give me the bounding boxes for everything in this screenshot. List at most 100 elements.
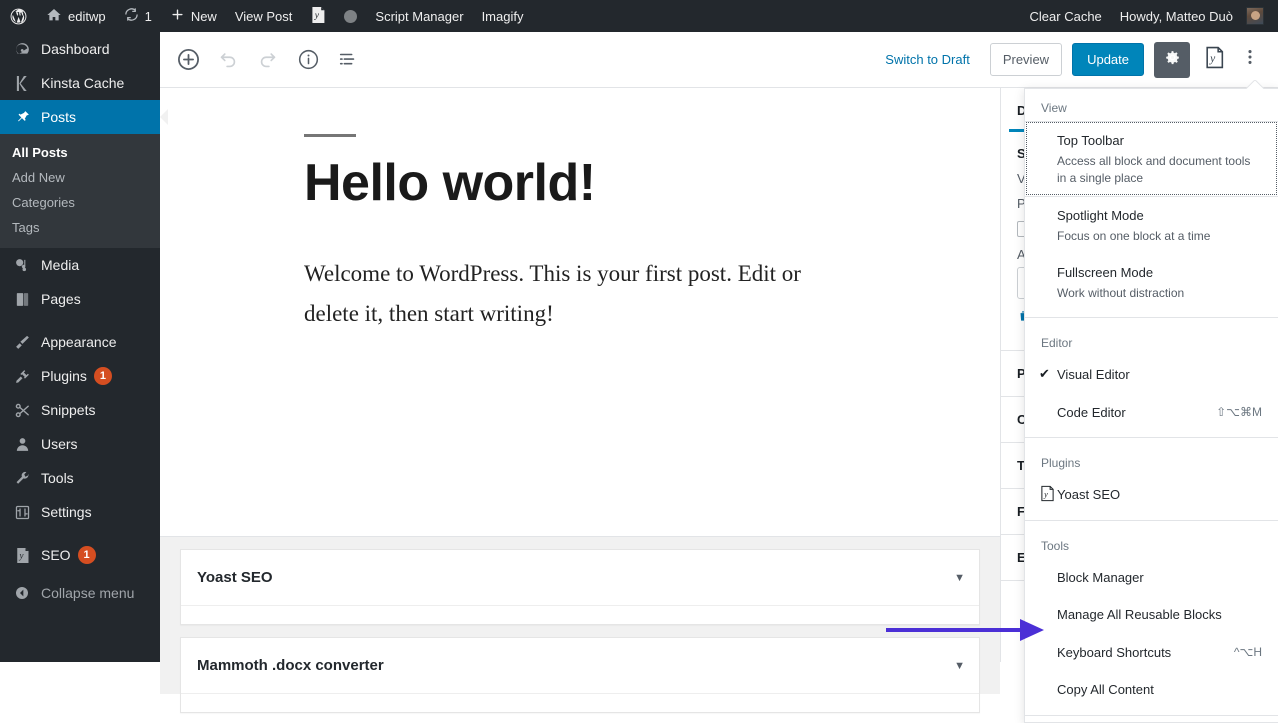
menu-item-code-editor[interactable]: Code Editor ⇧⌥⌘M xyxy=(1025,394,1278,432)
wordpress-logo-icon xyxy=(9,7,28,26)
menu-item-label: Top Toolbar xyxy=(1057,131,1262,151)
sidebar-item-kinsta-cache[interactable]: Kinsta Cache xyxy=(0,66,160,100)
sidebar-subitem-add-new[interactable]: Add New xyxy=(0,165,160,190)
svg-text:y: y xyxy=(1209,53,1216,65)
menu-item-label: Code Editor xyxy=(1057,403,1208,423)
users-icon xyxy=(12,434,32,454)
preview-button[interactable]: Preview xyxy=(990,43,1062,76)
sidebar-item-posts[interactable]: Posts xyxy=(0,100,160,134)
status-indicator[interactable] xyxy=(335,0,366,32)
content-info-icon[interactable] xyxy=(290,42,326,78)
sidebar-item-appearance[interactable]: Appearance xyxy=(0,325,160,359)
howdy-label: Howdy, Matteo Duò xyxy=(1120,9,1233,24)
updates-button[interactable]: 1 xyxy=(115,0,161,32)
menu-item-text: Block Manager xyxy=(1057,568,1262,588)
menu-item-visual-editor[interactable]: ✔ Visual Editor xyxy=(1025,356,1278,394)
imagify-button[interactable]: Imagify xyxy=(473,0,533,32)
post-paragraph-block[interactable]: Welcome to WordPress. This is your first… xyxy=(304,254,804,335)
metaboxes-area: Yoast SEO ▼ Mammoth .docx converter ▼ xyxy=(160,536,1000,694)
new-content-button[interactable]: New xyxy=(161,0,226,32)
script-manager-button[interactable]: Script Manager xyxy=(366,0,472,32)
update-button[interactable]: Update xyxy=(1072,43,1144,76)
post-title[interactable]: Hello world! xyxy=(304,155,860,212)
sidebar-subitem-categories[interactable]: Categories xyxy=(0,190,160,215)
menu-item-spotlight-mode[interactable]: Spotlight Mode Focus on one block at a t… xyxy=(1025,196,1278,254)
pin-icon xyxy=(12,107,32,127)
menu-item-text: Manage All Reusable Blocks xyxy=(1057,605,1262,625)
chevron-down-icon[interactable]: ▼ xyxy=(954,572,965,584)
settings-icon xyxy=(12,502,32,522)
my-account-button[interactable]: Howdy, Matteo Duò xyxy=(1111,0,1278,32)
menu-divider xyxy=(1025,715,1278,716)
menu-item-top-toolbar[interactable]: Top Toolbar Access all block and documen… xyxy=(1025,121,1278,196)
menu-item-description: Work without distraction xyxy=(1057,285,1257,302)
clear-cache-button[interactable]: Clear Cache xyxy=(1021,0,1111,32)
sidebar-subitem-tags[interactable]: Tags xyxy=(0,215,160,240)
pages-icon xyxy=(12,289,32,309)
sidebar-item-seo[interactable]: y SEO 1 xyxy=(0,538,160,572)
sidebar-item-pages[interactable]: Pages xyxy=(0,282,160,316)
add-block-icon[interactable] xyxy=(170,42,206,78)
more-options-menu: View Top Toolbar Access all block and do… xyxy=(1024,88,1278,723)
metabox-header[interactable]: Yoast SEO ▼ xyxy=(181,550,979,606)
sidebar-subitem-all-posts[interactable]: All Posts xyxy=(0,140,160,165)
collapse-menu-button[interactable]: Collapse menu xyxy=(0,576,160,610)
metabox-body xyxy=(181,606,979,624)
status-dot-icon xyxy=(344,10,357,23)
sidebar-item-tools[interactable]: Tools xyxy=(0,461,160,495)
menu-item-block-manager[interactable]: Block Manager xyxy=(1025,559,1278,597)
menu-group-label-editor: Editor xyxy=(1025,324,1278,356)
yoast-seo-icon: y xyxy=(310,6,326,27)
yoast-adminbar-button[interactable]: y xyxy=(301,0,335,32)
sidebar-item-media[interactable]: Media xyxy=(0,248,160,282)
sidebar-item-snippets[interactable]: Snippets xyxy=(0,393,160,427)
menu-item-label: Yoast SEO xyxy=(1057,485,1262,505)
view-post-button[interactable]: View Post xyxy=(226,0,302,32)
view-post-label: View Post xyxy=(235,9,293,24)
menu-item-yoast-seo[interactable]: y Yoast SEO xyxy=(1025,476,1278,514)
switch-to-draft-button[interactable]: Switch to Draft xyxy=(875,46,980,73)
more-options-button[interactable] xyxy=(1234,42,1266,78)
yoast-seo-icon: y xyxy=(1204,46,1225,74)
redo-icon[interactable] xyxy=(250,42,286,78)
new-label: New xyxy=(191,9,217,24)
settings-gear-button[interactable] xyxy=(1154,42,1190,78)
wordpress-logo-button[interactable] xyxy=(0,0,37,32)
menu-item-fullscreen-mode[interactable]: Fullscreen Mode Work without distraction xyxy=(1025,254,1278,311)
metabox-yoast-seo: Yoast SEO ▼ xyxy=(180,549,980,625)
toolbar-right-group: Switch to Draft Preview Update y xyxy=(875,42,1266,78)
wrench-icon xyxy=(12,468,32,488)
menu-item-keyboard-shortcuts[interactable]: Keyboard Shortcuts ^⌥H xyxy=(1025,634,1278,672)
metabox-header[interactable]: Mammoth .docx converter ▼ xyxy=(181,638,979,694)
sidebar-item-settings[interactable]: Settings xyxy=(0,495,160,529)
menu-item-label: Keyboard Shortcuts xyxy=(1057,643,1226,663)
sidebar-item-users[interactable]: Users xyxy=(0,427,160,461)
menu-item-copy-all-content[interactable]: Copy All Content xyxy=(1025,671,1278,709)
chevron-down-icon[interactable]: ▼ xyxy=(954,660,965,672)
sidebar-item-label: Posts xyxy=(41,109,76,125)
block-navigation-icon[interactable] xyxy=(330,42,366,78)
media-icon xyxy=(12,255,32,275)
site-name-button[interactable]: editwp xyxy=(37,0,115,32)
metabox-title: Yoast SEO xyxy=(197,569,273,586)
checkmark-icon: ✔ xyxy=(1039,366,1050,382)
menu-item-text: Copy All Content xyxy=(1057,680,1262,700)
yoast-sidebar-button[interactable]: y xyxy=(1196,42,1232,78)
menu-item-manage-all-reusable-blocks[interactable]: Manage All Reusable Blocks xyxy=(1025,596,1278,634)
menu-item-label: Manage All Reusable Blocks xyxy=(1057,605,1262,625)
yoast-seo-icon: y xyxy=(12,545,32,565)
collapse-menu-label: Collapse menu xyxy=(41,585,134,601)
sidebar-item-label: Settings xyxy=(41,504,92,520)
plugins-update-badge: 1 xyxy=(94,367,112,385)
menu-item-label: Fullscreen Mode xyxy=(1057,263,1262,283)
menu-item-description: Access all block and document tools in a… xyxy=(1057,153,1257,188)
sidebar-item-label: Tools xyxy=(41,470,74,486)
sidebar-item-plugins[interactable]: Plugins 1 xyxy=(0,359,160,393)
sidebar-item-label: Users xyxy=(41,436,78,452)
undo-icon[interactable] xyxy=(210,42,246,78)
more-menu-caret xyxy=(1246,80,1264,89)
sidebar-item-label: Plugins xyxy=(41,368,87,384)
sidebar-item-dashboard[interactable]: Dashboard xyxy=(0,32,160,66)
menu-item-shortcut: ^⌥H xyxy=(1226,645,1262,659)
svg-text:y: y xyxy=(1043,489,1048,498)
